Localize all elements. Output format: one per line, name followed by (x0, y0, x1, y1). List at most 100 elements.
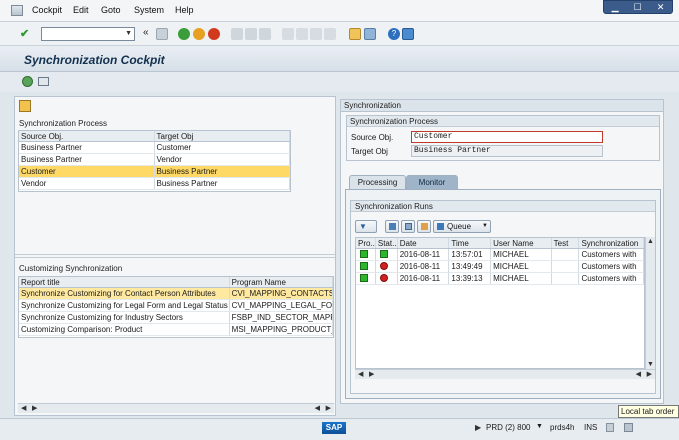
maximize-icon[interactable]: ☐ (634, 2, 642, 12)
status-green-icon (360, 262, 368, 270)
left-panel: Synchronization Process Source Obj. Targ… (14, 96, 336, 416)
table-row[interactable]: Business Partner Vendor (19, 154, 290, 166)
column-synchronization[interactable]: Synchronization (579, 238, 644, 248)
cell-source: Customer (19, 166, 155, 177)
menu-help[interactable]: Help (175, 5, 194, 15)
queue-label: Queue (447, 222, 472, 231)
cell-target: Business Partner (155, 166, 290, 177)
table-row[interactable]: Vendor Business Partner (19, 178, 290, 190)
column-user-name[interactable]: User Name (491, 238, 552, 248)
status-cell (376, 249, 398, 260)
column-program-name[interactable]: Program Name (230, 277, 333, 287)
splitter-handle[interactable] (15, 254, 335, 258)
filter-button[interactable]: ▼ (355, 220, 377, 233)
tree-action-icon[interactable] (19, 100, 31, 112)
table-row[interactable]: 2016-08-11 13:39:13 MICHAEL Customers wi… (356, 273, 644, 285)
play-icon[interactable]: ▶ (475, 423, 481, 432)
menu-edit[interactable]: Edit (73, 5, 89, 15)
table-row[interactable]: Customizing Comparison: Product MSI_MAPP… (19, 324, 333, 336)
cancel-icon[interactable] (208, 28, 220, 40)
scroll-right-icon[interactable]: ▶ (32, 404, 37, 412)
queue-button[interactable]: Queue ▼ (433, 220, 491, 233)
status-green-icon (379, 250, 388, 258)
chevron-down-icon[interactable]: ▼ (125, 30, 132, 37)
column-date[interactable]: Date (398, 238, 450, 248)
table-view-button[interactable] (401, 220, 415, 233)
shortcut-icon[interactable] (364, 28, 376, 40)
table-row-selected[interactable]: Customer Business Partner (19, 166, 290, 178)
process-cell (356, 273, 376, 284)
column-source-obj[interactable]: Source Obj. (19, 131, 155, 141)
table-row[interactable]: Synchronize Customizing for Legal Form a… (19, 300, 333, 312)
scroll-left-icon[interactable]: ◀ (636, 370, 641, 378)
vertical-scrollbar[interactable]: ▲ ▼ (645, 237, 655, 369)
new-session-icon[interactable] (349, 28, 361, 40)
find-next-icon[interactable] (259, 28, 271, 40)
table-row[interactable]: Synchronize Customizing for Industry Sec… (19, 312, 333, 324)
scroll-right-icon[interactable]: ▶ (369, 370, 374, 378)
cell-program: CVI_MAPPING_LEGAL_FORM (231, 300, 333, 311)
table-row[interactable]: 2016-08-11 13:57:01 MICHAEL Customers wi… (356, 249, 644, 261)
scroll-left-icon[interactable]: ◀ (358, 370, 363, 378)
scroll-left-icon[interactable]: ◀ (21, 404, 26, 412)
layout-icon[interactable] (38, 77, 49, 86)
next-page-icon[interactable] (310, 28, 322, 40)
export-button[interactable] (417, 220, 431, 233)
column-time[interactable]: Time (449, 238, 492, 248)
back-icon[interactable] (178, 28, 190, 40)
scroll-right-icon[interactable]: ▶ (326, 404, 331, 412)
save-icon[interactable] (156, 28, 168, 40)
exit-icon[interactable] (193, 28, 205, 40)
source-field[interactable]: Customer (411, 131, 603, 143)
first-page-icon[interactable] (282, 28, 294, 40)
details-button[interactable] (385, 220, 399, 233)
scroll-down-icon[interactable]: ▼ (647, 361, 654, 368)
enter-icon[interactable]: ✔ (20, 28, 32, 40)
menu-cockpit[interactable]: Cockpit (32, 5, 62, 15)
chevron-down-icon[interactable]: ▼ (536, 423, 543, 430)
status-green-icon (360, 274, 368, 282)
column-process[interactable]: Pro... (356, 238, 376, 248)
customize-layout-icon[interactable] (402, 28, 414, 40)
cell-description: Customers with (579, 261, 644, 272)
tab-monitor[interactable]: Monitor (406, 175, 458, 189)
horizontal-scrollbar[interactable]: ◀ ▶ ◀ ▶ (355, 369, 655, 379)
column-report-title[interactable]: Report title (19, 277, 230, 287)
help-icon[interactable]: ? (388, 28, 400, 40)
table-row[interactable]: 2016-08-11 13:49:49 MICHAEL Customers wi… (356, 261, 644, 273)
scroll-left-icon[interactable]: ◀ (315, 404, 320, 412)
horizontal-scrollbar[interactable]: ◀ ▶ ◀ ▶ (18, 403, 334, 413)
close-icon[interactable]: ✕ (657, 2, 665, 12)
column-target-obj[interactable]: Target Obj (155, 131, 290, 141)
find-icon[interactable] (245, 28, 257, 40)
sap-menu-icon[interactable] (11, 5, 23, 16)
status-red-icon (379, 262, 388, 270)
layout-icon[interactable] (624, 423, 633, 432)
scroll-right-icon[interactable]: ▶ (647, 370, 652, 378)
target-field: Business Partner (411, 145, 603, 157)
cell-program: FSBP_IND_SECTOR_MAPPIN (231, 312, 333, 323)
process-cell (356, 261, 376, 272)
minimize-icon[interactable]: ▁ (612, 2, 619, 12)
refresh-icon[interactable] (22, 76, 33, 87)
print-icon[interactable] (231, 28, 243, 40)
menu-goto[interactable]: Goto (101, 5, 121, 15)
queue-icon (437, 223, 444, 230)
table-row[interactable]: Business Partner Customer (19, 142, 290, 154)
menu-system[interactable]: System (134, 5, 164, 15)
tooltip: Local tab order (618, 405, 679, 418)
scroll-up-icon[interactable]: ▲ (647, 238, 654, 245)
column-status[interactable]: Stat... (376, 238, 398, 248)
tab-processing[interactable]: Processing (349, 175, 406, 189)
insert-mode: INS (584, 423, 598, 432)
table-row-selected[interactable]: Synchronize Customizing for Contact Pers… (19, 288, 333, 300)
runs-table: Pro... Stat... Date Time User Name Test … (355, 237, 645, 369)
column-test[interactable]: Test (552, 238, 580, 248)
process-cell (356, 249, 376, 260)
previous-page-icon[interactable] (296, 28, 308, 40)
cell-user: MICHAEL (491, 261, 552, 272)
cell-description: Customers with (579, 249, 644, 260)
back-arrows-icon[interactable]: « (143, 27, 149, 38)
command-field[interactable]: ▼ (41, 27, 135, 41)
last-page-icon[interactable] (324, 28, 336, 40)
